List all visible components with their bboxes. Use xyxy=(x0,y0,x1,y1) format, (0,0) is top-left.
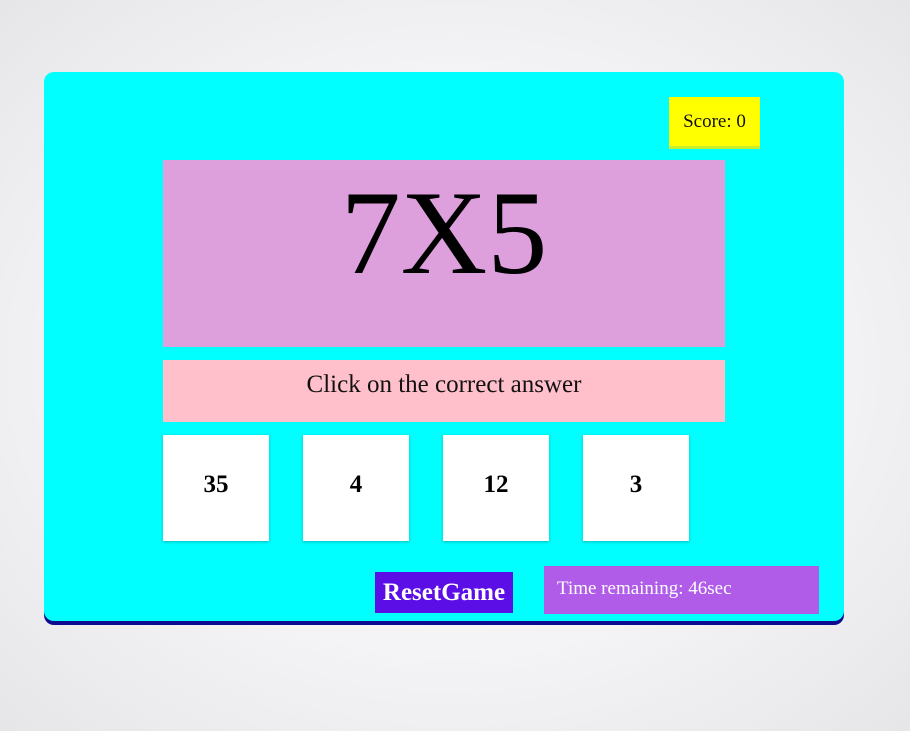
score-box: Score: 0 xyxy=(669,97,760,146)
reset-game-button[interactable]: ResetGame xyxy=(375,572,513,613)
answer-choice-4[interactable]: 3 xyxy=(583,435,689,541)
answer-choice-1[interactable]: 35 xyxy=(163,435,269,541)
instruction-text: Click on the correct answer xyxy=(163,360,725,422)
answer-choice-2[interactable]: 4 xyxy=(303,435,409,541)
time-remaining-box: Time remaining: 46sec xyxy=(544,566,819,614)
question-display: 7X5 xyxy=(163,160,725,347)
answer-choice-3[interactable]: 12 xyxy=(443,435,549,541)
game-container: Score: 0 7X5 Click on the correct answer… xyxy=(44,72,844,621)
